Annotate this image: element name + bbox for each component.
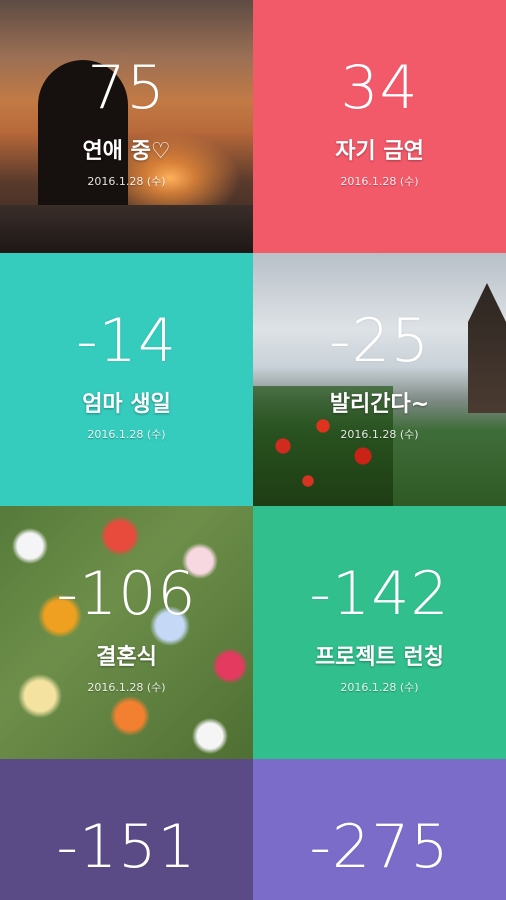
dday-count: -275: [309, 812, 450, 882]
dday-title: 발리간다~: [329, 392, 430, 417]
dday-date: 2016.1.28 (수): [87, 681, 166, 694]
dday-tile[interactable]: 34 자기 금연 2016.1.28 (수): [253, 0, 506, 253]
dday-count: -151: [56, 812, 197, 882]
dday-count: -14: [76, 306, 177, 376]
dday-count: 75: [87, 53, 166, 123]
dday-date: 2016.1.28 (수): [87, 175, 166, 188]
ground: [0, 205, 253, 253]
dday-date: 2016.1.28 (수): [340, 175, 419, 188]
flowers-photo: [0, 506, 253, 759]
dday-count: 34: [340, 53, 419, 123]
dday-tile[interactable]: 75 연애 중♡ 2016.1.28 (수): [0, 0, 253, 253]
pink-background: [253, 0, 506, 253]
dday-tile[interactable]: -14 엄마 생일 2016.1.28 (수): [0, 253, 253, 506]
dday-title: 프로젝트 런칭: [314, 645, 445, 670]
dday-count: -142: [309, 559, 450, 629]
sunset-couple-photo: [0, 0, 253, 253]
dday-tile[interactable]: -106 결혼식 2016.1.28 (수): [0, 506, 253, 759]
dday-count: -106: [56, 559, 197, 629]
green-background: [253, 506, 506, 759]
dday-tile[interactable]: -25 발리간다~ 2016.1.28 (수): [253, 253, 506, 506]
dday-grid: 75 연애 중♡ 2016.1.28 (수) 34 자기 금연 2016.1.2…: [0, 0, 506, 900]
teal-background: [0, 253, 253, 506]
bali-temple-photo: [253, 253, 506, 506]
dday-date: 2016.1.28 (수): [340, 681, 419, 694]
dday-count: -25: [329, 306, 430, 376]
dday-title: 엄마 생일: [82, 392, 171, 417]
dday-tile[interactable]: -275: [253, 759, 506, 900]
dday-title: 자기 금연: [335, 139, 424, 164]
dday-date: 2016.1.28 (수): [87, 428, 166, 441]
dday-tile[interactable]: -142 프로젝트 런칭 2016.1.28 (수): [253, 506, 506, 759]
dday-title: 결혼식: [96, 645, 157, 670]
dday-tile[interactable]: -151: [0, 759, 253, 900]
dday-date: 2016.1.28 (수): [340, 428, 419, 441]
dday-title: 연애 중♡: [82, 139, 171, 164]
